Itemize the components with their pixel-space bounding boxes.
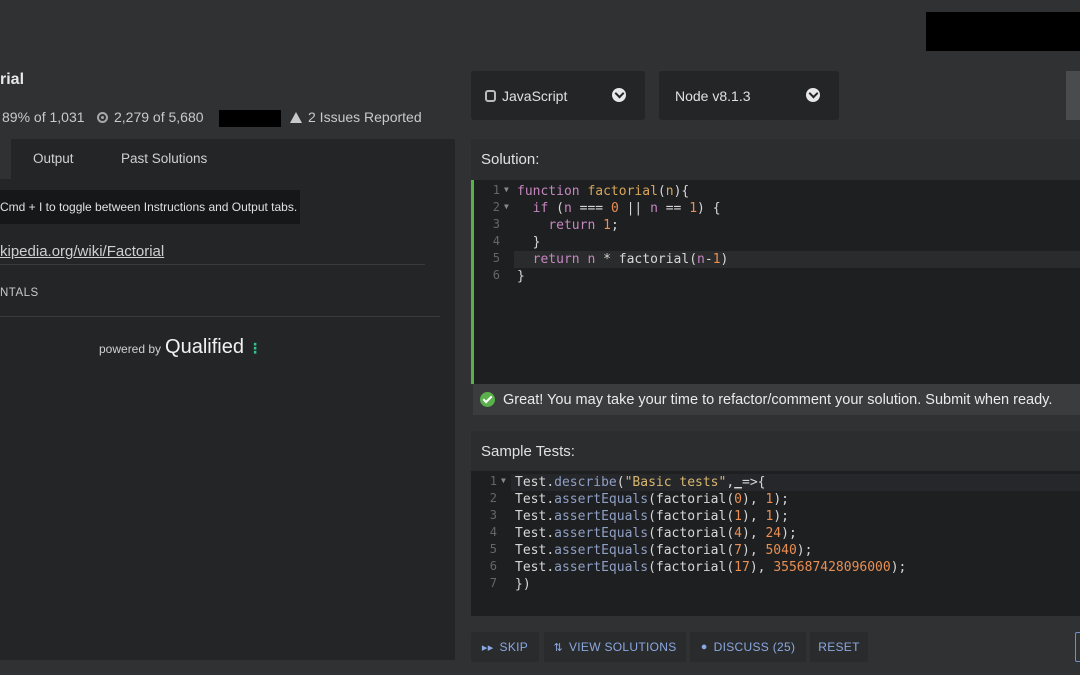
- view-solutions-label: VIEW SOLUTIONS: [568, 640, 677, 654]
- code-line: Test.assertEquals(factorial(17), 3556874…: [515, 560, 907, 575]
- line-number: 6: [492, 268, 500, 282]
- sample-tests-label: Sample Tests:: [481, 442, 575, 460]
- tab-instructions[interactable]: [0, 139, 11, 179]
- line-number: 3: [489, 508, 497, 522]
- redacted-block-top: [926, 12, 1080, 51]
- divider: [0, 316, 440, 317]
- line-number: 1: [489, 474, 497, 488]
- wikipedia-link[interactable]: kipedia.org/wiki/Factorial: [0, 243, 164, 260]
- view-solutions-button[interactable]: ⇅ VIEW SOLUTIONS: [544, 632, 686, 662]
- code-line: if (n === 0 || n == 1) {: [532, 201, 721, 216]
- solution-header: Solution:: [471, 139, 1080, 180]
- line-number: 4: [489, 525, 497, 539]
- issues-text: 2 Issues Reported: [308, 109, 422, 125]
- code-line: return n * factorial(n-1): [532, 252, 729, 267]
- redacted-author: [219, 110, 281, 127]
- language-icon: [485, 89, 496, 102]
- line-number: 2: [489, 491, 497, 505]
- tag-fundamentals[interactable]: NTALS: [0, 287, 39, 299]
- completions-icon: [97, 111, 108, 123]
- line-number: 2: [492, 200, 500, 214]
- sample-tests-header: Sample Tests:: [471, 431, 1080, 471]
- solution-editor[interactable]: 1 2 3 4 5 6 ▼ ▼ function factorial(n){ i…: [471, 180, 1080, 384]
- satisfaction-text: 89% of 1,031: [2, 109, 85, 125]
- tab-past-solutions[interactable]: Past Solutions: [121, 139, 207, 179]
- code-line: Test.assertEquals(factorial(7), 5040);: [515, 543, 813, 558]
- line-number: 5: [492, 251, 500, 265]
- code-line: }: [517, 269, 525, 284]
- line-number: 7: [489, 576, 497, 590]
- divider: [0, 264, 425, 265]
- code-line: Test.describe("Basic tests",_=>{: [515, 475, 766, 490]
- powered-by-label: powered by: [99, 342, 162, 356]
- code-line: function factorial(n){: [517, 184, 690, 199]
- code-line: Test.assertEquals(factorial(4), 24);: [515, 526, 797, 541]
- completions-stat[interactable]: 2,279 of 5,680: [97, 109, 204, 125]
- chevron-down-icon: [612, 88, 626, 102]
- success-message: Great! You may take your time to refacto…: [473, 384, 1080, 415]
- instructions-panel: Output Past Solutions Cmd + I to toggle …: [0, 139, 455, 660]
- kata-title: rial: [0, 71, 25, 88]
- fold-arrow-icon: ▼: [501, 476, 506, 485]
- code-line: Test.assertEquals(factorial(1), 1);: [515, 509, 789, 524]
- reset-label: RESET: [818, 640, 860, 654]
- skip-button[interactable]: ▸▸ SKIP: [471, 632, 539, 662]
- fast-forward-icon: ▸▸: [481, 641, 494, 654]
- warning-icon: [290, 111, 302, 123]
- line-number: 6: [489, 559, 497, 573]
- skip-label: SKIP: [499, 640, 529, 654]
- line-number: 1: [492, 183, 500, 197]
- comment-icon: ●: [700, 641, 708, 653]
- runtime-select[interactable]: Node v8.1.3: [659, 71, 839, 120]
- powered-by-qualified[interactable]: powered by Qualified ⋮: [99, 336, 262, 359]
- discuss-label: DISCUSS (25): [713, 640, 796, 654]
- right-toolbar-button[interactable]: [1066, 71, 1080, 120]
- code-line: }: [532, 235, 541, 250]
- line-number: 3: [492, 217, 500, 231]
- runtime-value: Node v8.1.3: [675, 87, 751, 104]
- chevron-down-icon: [806, 88, 820, 102]
- solution-label: Solution:: [481, 151, 540, 168]
- check-circle-icon: [480, 392, 495, 407]
- language-select[interactable]: JavaScript: [471, 71, 645, 120]
- code-line: }): [515, 577, 531, 592]
- unlock-icon: ⇅: [553, 641, 563, 654]
- qualified-logo: Qualified: [165, 336, 244, 358]
- code-line: return 1;: [548, 218, 619, 233]
- tab-output[interactable]: Output: [33, 139, 74, 179]
- language-value: JavaScript: [502, 87, 568, 104]
- issues-stat[interactable]: 2 Issues Reported: [290, 109, 422, 125]
- fold-arrow-icon: ▼: [504, 202, 509, 211]
- fold-arrow-icon: ▼: [504, 185, 509, 194]
- line-number: 5: [489, 542, 497, 556]
- submit-button-edge[interactable]: [1075, 632, 1080, 662]
- line-number: 4: [492, 234, 500, 248]
- satisfaction-stat: 89% of 1,031: [2, 109, 85, 125]
- reset-button[interactable]: RESET: [810, 632, 868, 662]
- discuss-button[interactable]: ● DISCUSS (25): [690, 632, 806, 662]
- tests-editor[interactable]: 1 2 3 4 5 6 7 ▼ Test.describe("Basic tes…: [471, 471, 1080, 616]
- success-text: Great! You may take your time to refacto…: [503, 391, 1053, 408]
- code-line: Test.assertEquals(factorial(0), 1);: [515, 492, 789, 507]
- completions-text: 2,279 of 5,680: [114, 109, 204, 125]
- qualified-dots-icon: ⋮: [247, 340, 262, 356]
- keyboard-tooltip: Cmd + I to toggle between Instructions a…: [0, 190, 300, 224]
